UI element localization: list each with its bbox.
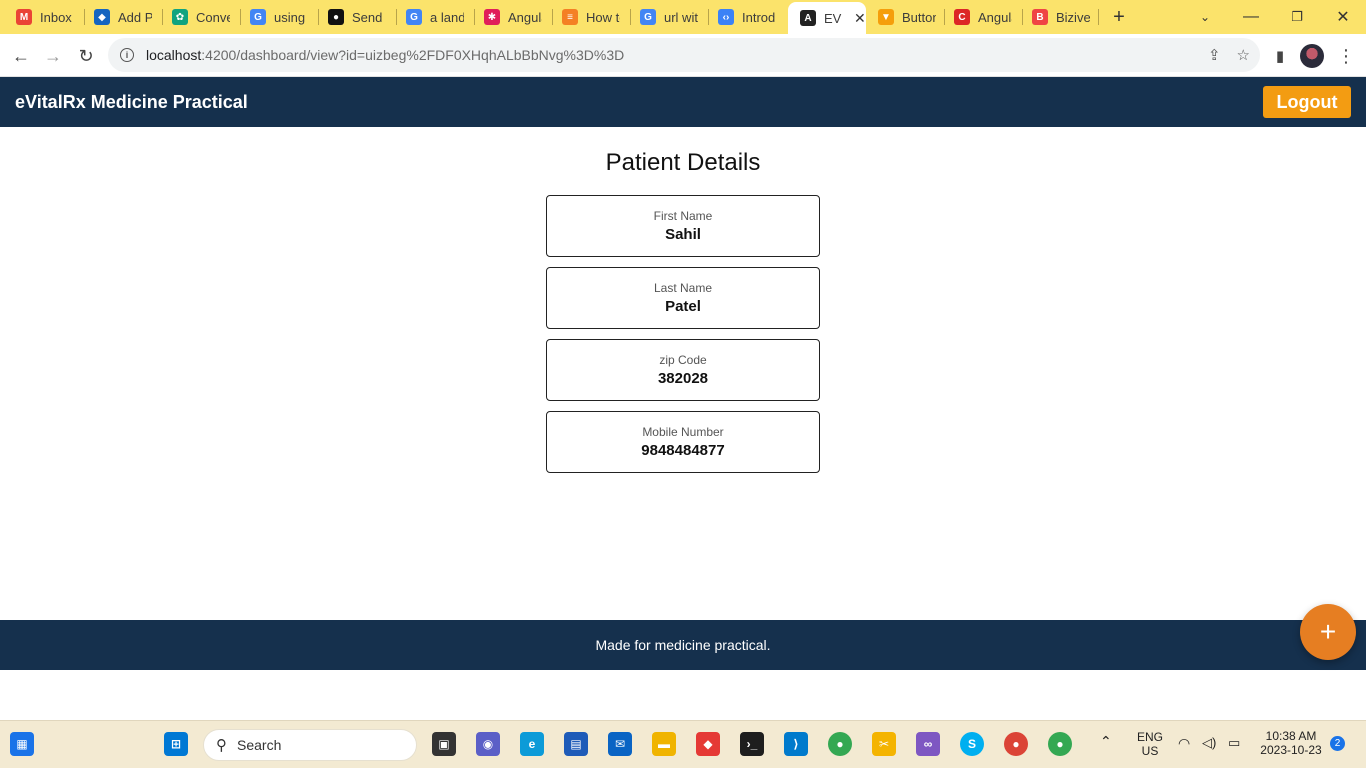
forward-arrow-icon[interactable]: → (40, 43, 66, 69)
visual-studio-icon[interactable]: ∞ (916, 732, 940, 756)
close-icon[interactable]: ✕ (854, 10, 866, 27)
browser-tab[interactable]: ≡How to (550, 2, 628, 32)
footer-text: Made for medicine practical. (595, 637, 771, 653)
first-name-card: First Name Sahil (546, 195, 820, 257)
field-value: Patel (665, 298, 701, 315)
task-view-icon[interactable]: ▣ (432, 732, 456, 756)
browser-tab-active[interactable]: A EV ✕ (788, 2, 866, 34)
browser-tab[interactable]: ✱Angula (472, 2, 550, 32)
store-icon[interactable]: ▤ (564, 732, 588, 756)
browser-tab[interactable]: BBiziver (1020, 2, 1098, 32)
zip-code-card: zip Code 382028 (546, 339, 820, 401)
edge-icon[interactable]: e (520, 732, 544, 756)
omnibox-actions: ⇪ ☆ (1208, 46, 1250, 64)
app-title: eVitalRx Medicine Practical (15, 92, 248, 112)
field-value: Sahil (665, 226, 701, 243)
google-icon: G (406, 9, 422, 25)
battery-icon[interactable]: ▭ (1228, 735, 1240, 751)
bookmark-star-icon[interactable]: ☆ (1237, 46, 1250, 64)
field-label: First Name (653, 209, 713, 223)
language-indicator[interactable]: ENG US (1132, 730, 1168, 758)
browser-tab[interactable]: ▼ Button (866, 2, 944, 32)
google-icon: G (640, 9, 656, 25)
browser-tab-strip: MInbox ( ◆Add Pa ✿Conver Gusing p ●Send … (0, 0, 1366, 34)
chrome-profile-icon[interactable]: ● (1048, 732, 1072, 756)
field-label: zip Code (659, 353, 707, 367)
field-value: 382028 (657, 370, 709, 387)
browser-tab[interactable]: Gusing p (238, 2, 316, 32)
field-value: 9848484877 (641, 442, 725, 459)
medium-icon: ● (328, 9, 344, 25)
tab-search-chevron-down-icon[interactable]: ⌄ (1193, 5, 1217, 29)
tab-separator (1098, 9, 1099, 25)
file-explorer-icon[interactable]: ▬ (652, 732, 676, 756)
browser-toolbar: ← → ↻ i localhost:4200/dashboard/view?id… (0, 34, 1366, 77)
windows-start-icon[interactable]: ⊞ (164, 732, 188, 756)
stackoverflow-icon: ≡ (562, 9, 578, 25)
new-tab-plus-icon[interactable]: + (1107, 5, 1131, 29)
minimize-icon[interactable]: — (1239, 5, 1263, 29)
tray-chevron-up-icon[interactable]: ⌃ (1100, 733, 1112, 750)
browser-tab[interactable]: MInbox ( (4, 2, 82, 32)
last-name-card: Last Name Patel (546, 267, 820, 329)
codecademy-icon: C (954, 9, 970, 25)
taskbar-search-box[interactable]: ⚲ Search (203, 729, 417, 761)
search-placeholder: Search (237, 737, 282, 753)
more-menu-icon[interactable]: ⋮ (1333, 43, 1359, 69)
browser-tab[interactable]: CAngula (942, 2, 1020, 32)
google-icon: G (250, 9, 266, 25)
browser-tab[interactable]: ●Send H (316, 2, 394, 32)
code-icon: ‹› (718, 9, 734, 25)
vscode-icon[interactable]: ⟩ (784, 732, 808, 756)
side-panel-icon[interactable]: ▮ (1267, 43, 1293, 69)
search-icon: ⚲ (216, 737, 227, 754)
mail-icon[interactable]: ✉ (608, 732, 632, 756)
site-info-icon[interactable]: i (120, 48, 134, 62)
clock[interactable]: 10:38 AM 2023-10-23 (1256, 729, 1326, 757)
logout-button[interactable]: Logout (1263, 86, 1351, 118)
brave-icon: ▼ (878, 9, 894, 25)
skype-icon[interactable]: S (960, 732, 984, 756)
terminal-icon[interactable]: ›_ (740, 732, 764, 756)
git-icon[interactable]: ◆ (696, 732, 720, 756)
browser-tab[interactable]: ✿Conver (160, 2, 238, 32)
chrome-profile-icon[interactable]: ● (1004, 732, 1028, 756)
notification-badge[interactable]: 2 (1330, 736, 1345, 751)
browser-tab[interactable]: ◆Add Pa (82, 2, 160, 32)
slack-icon: ✱ (484, 9, 500, 25)
page-title: Patient Details (605, 149, 761, 176)
reload-icon[interactable]: ↻ (73, 43, 99, 69)
add-fab-button[interactable]: + (1300, 604, 1356, 660)
app-footer: Made for medicine practical. (0, 620, 1366, 670)
field-label: Mobile Number (642, 425, 724, 439)
chatgpt-icon: ✿ (172, 9, 188, 25)
wifi-icon[interactable]: ◠ (1178, 735, 1190, 752)
field-label: Last Name (653, 281, 713, 295)
azure-icon: ◆ (94, 9, 110, 25)
profile-avatar[interactable] (1300, 44, 1324, 68)
window-close-icon[interactable]: ✕ (1331, 5, 1355, 29)
teams-chat-icon[interactable]: ◉ (476, 732, 500, 756)
browser-tab[interactable]: Ga landi (394, 2, 472, 32)
chrome-icon[interactable]: ● (828, 732, 852, 756)
volume-icon[interactable]: ◁) (1202, 735, 1216, 751)
address-bar[interactable]: i localhost:4200/dashboard/view?id=uizbe… (108, 38, 1260, 72)
browser-tab[interactable]: Gurl with (628, 2, 706, 32)
share-icon[interactable]: ⇪ (1208, 46, 1221, 64)
restore-icon[interactable]: ❐ (1285, 5, 1309, 29)
snip-tool-icon[interactable]: ✂ (872, 732, 896, 756)
url-text[interactable]: localhost:4200/dashboard/view?id=uizbeg%… (146, 47, 624, 63)
gmail-icon: M (16, 9, 32, 25)
back-arrow-icon[interactable]: ← (8, 43, 34, 69)
mobile-number-card: Mobile Number 9848484877 (546, 411, 820, 473)
widgets-icon[interactable]: ▦ (10, 732, 34, 756)
bizi-icon: B (1032, 9, 1048, 25)
angular-icon: A (800, 10, 816, 26)
windows-taskbar: ▦ ⊞ ⚲ Search ▣ ◉ e ▤ ✉ ▬ ◆ ›_ ⟩ ● ✂ ∞ S … (0, 720, 1366, 768)
app-header: eVitalRx Medicine Practical (0, 77, 1366, 127)
browser-tab[interactable]: ‹›Introdu (706, 2, 784, 32)
